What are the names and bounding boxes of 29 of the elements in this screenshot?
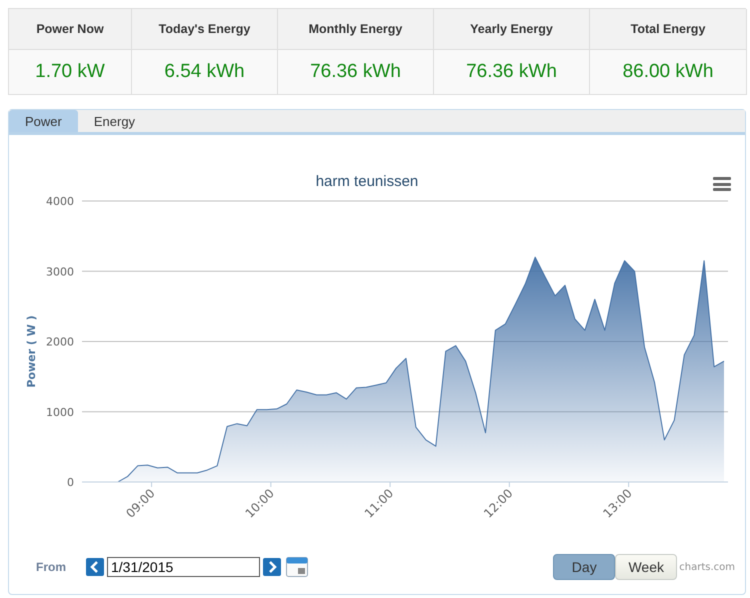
y-tick-label: 3000	[46, 265, 74, 278]
stat-value: 1.70 kW	[9, 50, 132, 95]
date-field[interactable]: 1/31/2015	[107, 557, 260, 577]
stat-value: 76.36 kWh	[434, 50, 590, 95]
calendar-icon[interactable]	[286, 557, 308, 577]
stat-heading: Yearly Energy	[434, 9, 590, 50]
from-label: From	[36, 560, 67, 574]
y-tick-label: 2000	[46, 336, 74, 348]
stat-value: 86.00 kWh	[590, 50, 747, 95]
tab[interactable]: Energy	[78, 110, 152, 132]
y-axis-title: Power ( W )	[25, 315, 38, 388]
next-button[interactable]	[263, 558, 281, 576]
range-button[interactable]: Day	[553, 554, 616, 580]
chevron-left-icon	[90, 561, 100, 573]
y-tick-label: 1000	[46, 406, 74, 419]
stat-value: 6.54 kWh	[132, 50, 278, 95]
stat-heading: Total Energy	[590, 9, 747, 50]
y-tick-label: 4000	[46, 195, 74, 208]
menu-icon[interactable]	[713, 177, 731, 191]
chevron-right-icon	[267, 561, 277, 573]
y-tick-label: 0	[67, 476, 74, 489]
previous-button[interactable]	[86, 558, 104, 576]
stat-heading: Power Now	[9, 9, 132, 50]
tab[interactable]: Power	[9, 110, 78, 132]
stat-heading: Monthly Energy	[278, 9, 434, 50]
stat-heading: Today's Energy	[132, 9, 278, 50]
range-button[interactable]: Week	[615, 554, 678, 580]
stat-value: 76.36 kWh	[278, 50, 434, 95]
chart-title: harm teunissen	[316, 173, 418, 190]
